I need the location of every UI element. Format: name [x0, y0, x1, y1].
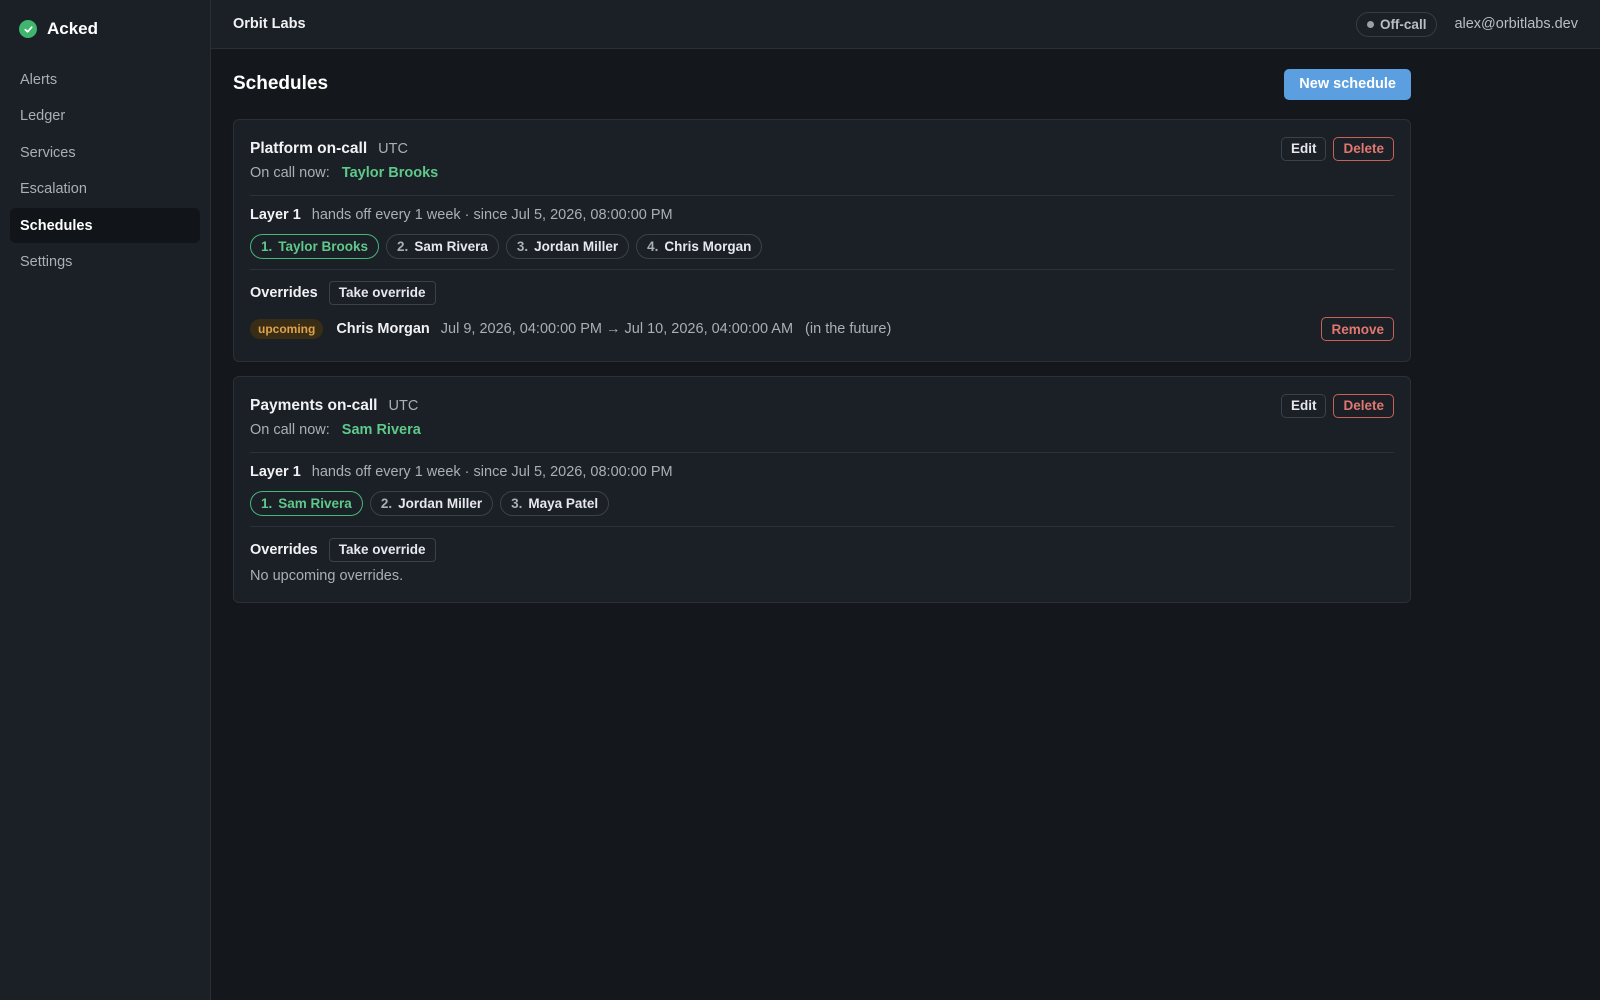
override-relative-time: (in the future) [805, 321, 892, 337]
sidebar-item-escalation[interactable]: Escalation [10, 172, 200, 207]
no-overrides-message: No upcoming overrides. [250, 568, 404, 584]
rotation-member-chip: 2. Jordan Miller [369, 491, 494, 516]
delete-schedule-button[interactable]: Delete [1333, 136, 1394, 161]
override-time-range: Jul 9, 2026, 04:00:00 PM → Jul 10, 2026,… [440, 321, 794, 337]
member-order: 1. [261, 239, 273, 254]
schedule-timezone: UTC [378, 140, 408, 157]
member-name: Chris Morgan [664, 239, 752, 254]
rotation-member-chip: 4. Chris Morgan [636, 234, 763, 259]
overrides-label: Overrides [250, 284, 318, 301]
schedule-name: Platform on-call [250, 139, 368, 157]
dot-icon [1366, 20, 1374, 28]
on-call-label: On call now: [250, 165, 330, 181]
rotation-member-chip: 1. Taylor Brooks [250, 234, 380, 259]
on-call-status-badge[interactable]: Off-call [1355, 11, 1438, 37]
take-override-button[interactable]: Take override [328, 280, 436, 305]
member-order: 3. [511, 496, 523, 511]
member-order: 1. [261, 496, 273, 511]
on-call-name: Taylor Brooks [341, 165, 439, 181]
take-override-button[interactable]: Take override [328, 537, 436, 562]
member-order: 3. [516, 239, 529, 254]
status-label: Off-call [1379, 16, 1427, 32]
rotation-member-chip: 2. Sam Rivera [386, 234, 499, 259]
sidebar-nav: Alerts Ledger Services Escalation Schedu… [0, 62, 210, 280]
sidebar-item-ledger[interactable]: Ledger [10, 99, 200, 134]
member-order: 4. [647, 239, 659, 254]
override-row: upcoming Chris Morgan Jul 9, 2026, 04:00… [250, 316, 1394, 342]
member-name: Sam Rivera [278, 496, 352, 511]
remove-override-button[interactable]: Remove [1321, 317, 1394, 341]
member-name: Maya Patel [528, 496, 599, 511]
app-name: Acked [47, 19, 99, 38]
sidebar-item-services[interactable]: Services [10, 135, 200, 170]
schedule-timezone: UTC [388, 397, 419, 414]
rotation-members: 1. Taylor Brooks 2. Sam Rivera 3. Jordan… [250, 234, 1394, 269]
member-name: Jordan Miller [534, 239, 619, 254]
upcoming-badge: upcoming [250, 319, 324, 339]
member-order: 2. [397, 239, 409, 254]
overrides-label: Overrides [250, 541, 318, 558]
on-call-name: Sam Rivera [341, 422, 421, 438]
page-title: Schedules [233, 73, 329, 94]
edit-schedule-button[interactable]: Edit [1280, 393, 1327, 418]
delete-schedule-button[interactable]: Delete [1333, 393, 1394, 418]
on-call-label: On call now: [250, 422, 330, 438]
schedule-card: Platform on-call UTC Edit Delete On call… [233, 119, 1411, 362]
layer-description: hands off every 1 week · since Jul 5, 20… [311, 464, 673, 480]
layer-label: Layer 1 [250, 207, 301, 223]
member-name: Jordan Miller [398, 496, 483, 511]
member-name: Taylor Brooks [278, 239, 369, 254]
override-person: Chris Morgan [336, 321, 430, 337]
user-email[interactable]: alex@orbitlabs.dev [1454, 16, 1578, 32]
sidebar-item-schedules[interactable]: Schedules [10, 208, 200, 244]
rotation-member-chip: 3. Maya Patel [500, 491, 610, 516]
top-bar: Orbit Labs Off-call alex@orbitlabs.dev [211, 0, 1600, 49]
new-schedule-button[interactable]: New schedule [1284, 68, 1411, 100]
main-content: Schedules New schedule Platform on-call … [233, 49, 1411, 617]
rotation-member-chip: 1. Sam Rivera [250, 491, 363, 516]
member-order: 2. [380, 496, 393, 511]
rotation-member-chip: 3. Jordan Miller [505, 234, 630, 259]
rotation-members: 1. Sam Rivera 2. Jordan Miller 3. Maya P… [250, 491, 1394, 526]
brand[interactable]: Acked [0, 0, 210, 58]
schedule-card: Payments on-call UTC Edit Delete On call… [233, 376, 1411, 603]
sidebar-item-settings[interactable]: Settings [10, 245, 200, 280]
sidebar: Acked Alerts Ledger Services Escalation … [0, 0, 211, 1000]
org-name: Orbit Labs [233, 16, 306, 32]
sidebar-item-alerts[interactable]: Alerts [10, 62, 200, 97]
check-circle-icon [19, 20, 37, 38]
layer-label: Layer 1 [250, 464, 301, 480]
layer-description: hands off every 1 week · since Jul 5, 20… [311, 207, 673, 223]
edit-schedule-button[interactable]: Edit [1280, 136, 1327, 161]
schedule-name: Payments on-call [250, 396, 378, 414]
member-name: Sam Rivera [414, 239, 488, 254]
